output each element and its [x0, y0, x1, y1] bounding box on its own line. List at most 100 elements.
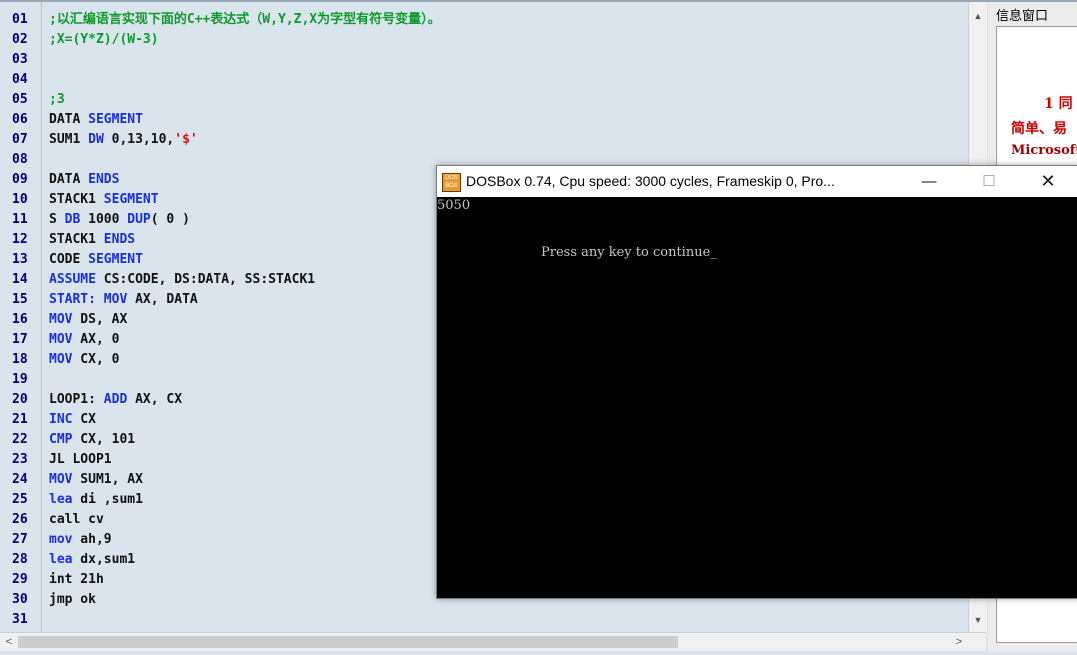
- line-number: 20: [12, 392, 28, 407]
- line-code: call cv: [49, 510, 104, 530]
- line-code: START: MOV AX, DATA: [49, 290, 198, 310]
- line-number: 22: [12, 432, 28, 447]
- code-token: 0,13,10,: [103, 132, 175, 147]
- keyword-token: SEGMENT: [103, 192, 159, 207]
- line-code: STACK1 SEGMENT: [49, 190, 159, 210]
- code-token: DS, AX: [72, 312, 128, 327]
- code-token: STACK1: [49, 192, 104, 207]
- code-token: CX: [72, 412, 96, 427]
- line-code: ;3: [49, 90, 65, 110]
- code-token: SUM1: [49, 132, 89, 147]
- keyword-token: CMP: [49, 432, 73, 447]
- code-token: DATA: [49, 112, 89, 127]
- code-token: DATA: [49, 172, 89, 187]
- editor-horizontal-scrollbar[interactable]: < >: [0, 632, 986, 651]
- line-number: 19: [12, 372, 28, 387]
- line-number: 11: [12, 212, 28, 227]
- dosbox-icon: DOS BOX: [442, 173, 461, 192]
- line-code: ;以汇编语言实现下面的C++表达式（W,Y,Z,X为字型有符号变量）。: [49, 10, 441, 30]
- line-number: 28: [12, 552, 28, 567]
- code-token: int 21h: [49, 572, 104, 587]
- keyword-token: MOV: [103, 292, 128, 307]
- line-number: 21: [12, 412, 28, 427]
- line-number: 18: [12, 352, 28, 367]
- line-code: ASSUME CS:CODE, DS:DATA, SS:STACK1: [49, 270, 315, 290]
- dosbox-title: DOSBox 0.74, Cpu speed: 3000 cycles, Fra…: [466, 173, 835, 189]
- line-code: ;X=(Y*Z)/(W-3): [49, 30, 159, 50]
- line-code: lea dx,sum1: [49, 550, 135, 570]
- keyword-token: MOV: [49, 472, 73, 487]
- line-code: MOV CX, 0: [49, 350, 119, 370]
- line-number: 25: [12, 492, 28, 507]
- code-token: 1000: [80, 212, 128, 227]
- code-token: di ,sum1: [72, 492, 143, 507]
- line-code: SUM1 DW 0,13,10,'$': [49, 130, 198, 150]
- scroll-right-icon[interactable]: >: [950, 633, 968, 651]
- line-code: DATA SEGMENT: [49, 110, 143, 130]
- dosbox-title-bar[interactable]: DOS BOX DOSBox 0.74, Cpu speed: 3000 cyc…: [437, 166, 1077, 197]
- scroll-down-icon[interactable]: ▼: [969, 612, 987, 628]
- keyword-token: mov: [49, 532, 73, 547]
- gutter-divider: [41, 2, 42, 632]
- code-token: ah,9: [72, 532, 112, 547]
- minimize-button[interactable]: —: [906, 168, 952, 195]
- scroll-up-icon[interactable]: ▲: [969, 8, 987, 24]
- keyword-token: ENDS: [103, 232, 136, 247]
- line-code: lea di ,sum1: [49, 490, 143, 510]
- keyword-token: DW: [88, 132, 104, 147]
- line-number: 05: [12, 92, 28, 107]
- code-token: CODE: [49, 252, 89, 267]
- dosbox-window[interactable]: DOS BOX DOSBox 0.74, Cpu speed: 3000 cyc…: [436, 165, 1077, 599]
- line-code: CMP CX, 101: [49, 430, 135, 450]
- line-code: DATA ENDS: [49, 170, 119, 190]
- scroll-left-icon[interactable]: <: [0, 633, 18, 651]
- line-number: 17: [12, 332, 28, 347]
- line-number: 24: [12, 472, 28, 487]
- line-code: S DB 1000 DUP( 0 ): [49, 210, 190, 230]
- line-code: MOV AX, 0: [49, 330, 119, 350]
- keyword-token: ASSUME: [49, 272, 96, 287]
- line-number: 16: [12, 312, 28, 327]
- line-number: 30: [12, 592, 28, 607]
- line-code: mov ah,9: [49, 530, 112, 550]
- line-number: 13: [12, 252, 28, 267]
- line-number: 31: [12, 612, 28, 627]
- comment-token: ;以汇编语言实现下面的C++表达式（W,Y,Z,X为字型有符号变量）。: [49, 12, 441, 27]
- code-token: JL LOOP1: [49, 452, 112, 467]
- line-code: JL LOOP1: [49, 450, 112, 470]
- keyword-token: ENDS: [88, 172, 120, 187]
- code-token: dx,sum1: [72, 552, 136, 567]
- close-button[interactable]: ✕: [1025, 168, 1071, 195]
- line-code: MOV DS, AX: [49, 310, 127, 330]
- line-number: 08: [12, 152, 28, 167]
- line-number: 02: [12, 32, 28, 47]
- line-number: 10: [12, 192, 28, 207]
- code-token: AX, CX: [127, 392, 183, 407]
- keyword-token: INC: [49, 412, 73, 427]
- line-code: INC CX: [49, 410, 96, 430]
- keyword-token: DUP: [127, 212, 151, 227]
- maximize-button[interactable]: ☐: [966, 168, 1012, 195]
- dosbox-screen[interactable]: 5050 Press any key to continue_: [437, 197, 1077, 598]
- code-token: ( 0 ): [150, 212, 190, 227]
- code-token: CX, 0: [72, 352, 120, 367]
- code-token: SUM1, AX: [72, 472, 143, 487]
- line-number: 23: [12, 452, 28, 467]
- keyword-token: MOV: [49, 332, 73, 347]
- line-number: 14: [12, 272, 28, 287]
- line-number: 06: [12, 112, 28, 127]
- comment-token: ;3: [49, 92, 65, 107]
- line-number: 15: [12, 292, 28, 307]
- code-token: jmp ok: [49, 592, 96, 607]
- line-number: 09: [12, 172, 28, 187]
- info-window-title: 信息窗口: [996, 8, 1049, 23]
- line-number: 12: [12, 232, 28, 247]
- line-code: LOOP1: ADD AX, CX: [49, 390, 182, 410]
- keyword-token: lea: [49, 552, 73, 567]
- comment-token: ;X=(Y*Z)/(W-3): [49, 32, 159, 47]
- keyword-token: SEGMENT: [88, 252, 143, 267]
- info-text-heading: 1 同: [1044, 96, 1073, 112]
- horizontal-scroll-thumb[interactable]: [18, 636, 678, 648]
- line-number: 27: [12, 532, 28, 547]
